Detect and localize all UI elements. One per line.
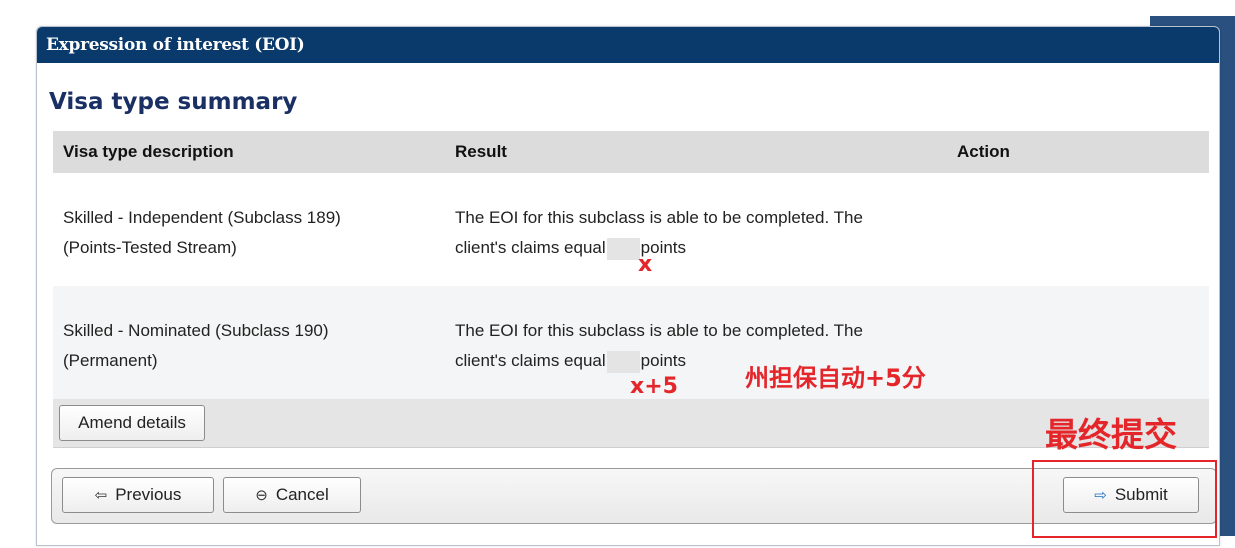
section-title: Visa type summary (49, 89, 298, 115)
claims-label: client's claims equal (455, 238, 606, 257)
annotation-final-submit: 最终提交 (1045, 415, 1177, 454)
cancel-label: Cancel (275, 485, 329, 504)
minus-circle-icon: ⊖ (255, 486, 268, 504)
visa-description-line: Skilled - Nominated (Subclass 190) (63, 321, 329, 340)
redacted-points-value (606, 237, 640, 260)
visa-summary-table: Visa type description Result Action Skil… (53, 131, 1209, 402)
action-cell (947, 173, 1209, 286)
visa-description-line: Skilled - Independent (Subclass 189) (63, 208, 341, 227)
column-header-result: Result (445, 131, 947, 173)
table-row: Skilled - Independent (Subclass 189) (Po… (53, 173, 1209, 286)
points-label: points (640, 351, 687, 370)
visa-stream-line: (Permanent) (63, 351, 158, 370)
panel-header: Expression of interest (EOI) (37, 27, 1219, 63)
column-header-action: Action (947, 131, 1209, 173)
table-header-row: Visa type description Result Action (53, 131, 1209, 173)
annotation-row2-points: x+5 (630, 374, 678, 399)
previous-label: Previous (115, 485, 182, 504)
submit-highlight-box (1032, 460, 1217, 538)
arrow-left-icon: ⇦ (94, 486, 108, 504)
visa-description-cell: Skilled - Nominated (Subclass 190) (Perm… (53, 286, 445, 402)
annotation-state-nomination: 州担保自动+5分 (745, 364, 926, 392)
amend-bar: Amend details (53, 399, 1209, 448)
claims-label: client's claims equal (455, 351, 606, 370)
result-text-line: The EOI for this subclass is able to be … (455, 321, 863, 340)
redacted-points-value (606, 350, 640, 373)
result-text-line: The EOI for this subclass is able to be … (455, 208, 863, 227)
action-cell (947, 286, 1209, 402)
result-cell: The EOI for this subclass is able to be … (445, 173, 947, 286)
cancel-button[interactable]: ⊖ Cancel (223, 477, 361, 513)
previous-button[interactable]: ⇦ Previous (62, 477, 214, 513)
visa-stream-line: (Points-Tested Stream) (63, 238, 237, 257)
result-points-line: client's claims equal points (455, 233, 947, 263)
annotation-row1-points: x (638, 252, 653, 277)
amend-details-button[interactable]: Amend details (59, 405, 205, 441)
visa-description-cell: Skilled - Independent (Subclass 189) (Po… (53, 173, 445, 286)
column-header-description: Visa type description (53, 131, 445, 173)
